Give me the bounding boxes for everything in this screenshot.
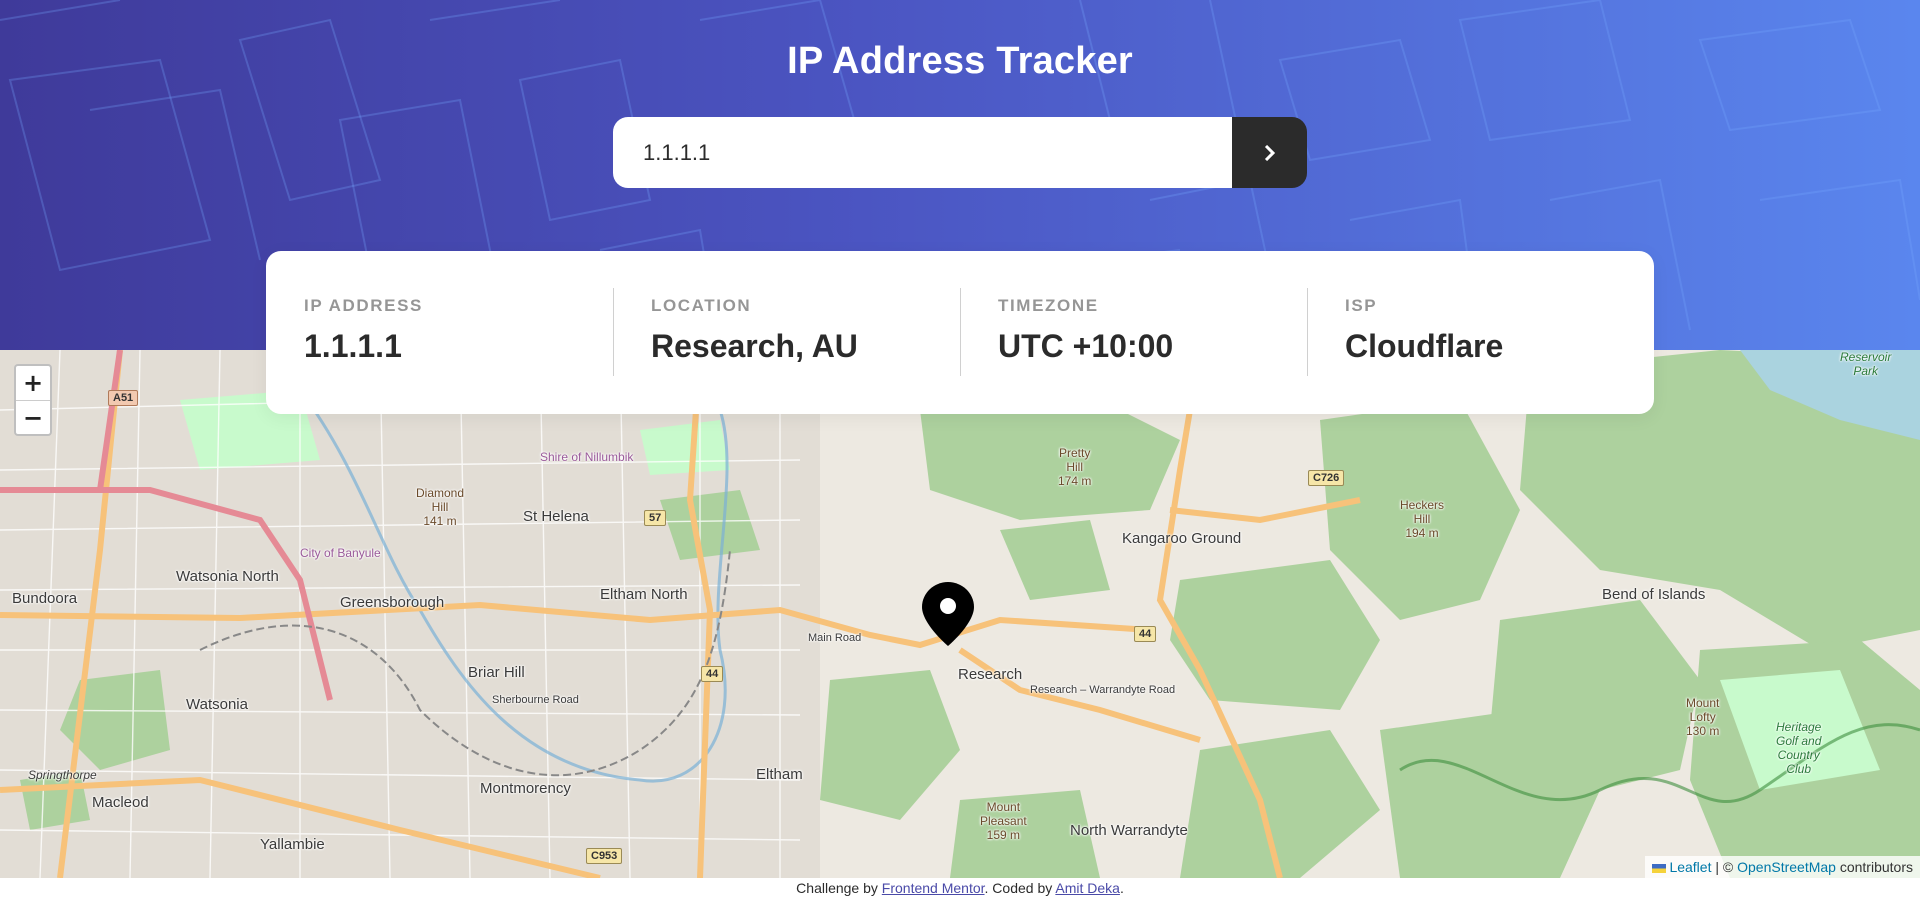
road-shield-c953: C953 [586,848,623,864]
footer-attribution: Challenge by Frontend Mentor. Coded by A… [0,878,1920,900]
map-label-yallambie: Yallambie [260,836,325,853]
road-shield-44-west: 44 [701,666,724,682]
map-label-shire-of-nillumbik: Shire of Nillumbik [540,450,634,464]
leaflet-link[interactable]: Leaflet [1669,859,1711,875]
map-label-kangaroo-ground: Kangaroo Ground [1122,530,1242,547]
isp-label: ISP [1345,296,1378,315]
map-label-pretty-hill: Pretty Hill 174 m [1058,446,1092,488]
map-label-watsonia: Watsonia [186,696,248,713]
map-label-research-warrandyte-road: Research – Warrandyte Road [1030,684,1176,696]
map-attribution: Leaflet | © OpenStreetMap contributors [1645,856,1920,878]
isp-section: ISP Cloudflare [1307,287,1654,414]
timezone-label: TIMEZONE [998,296,1099,315]
ip-search-form [613,117,1307,188]
map-label-diamond-hill: Diamond Hill 141 m [416,486,465,528]
footer-suffix: . [1119,880,1124,896]
map-label-eltham-north: Eltham North [600,586,688,603]
osm-link[interactable]: OpenStreetMap [1737,859,1836,875]
attribution-separator: | © [1711,859,1738,875]
road-shield-a51: A51 [108,390,139,406]
chevron-right-icon [1264,144,1275,161]
location-value: Research, AU [651,328,858,364]
isp-value: Cloudflare [1345,328,1504,364]
road-shield-44-east: 44 [1134,626,1157,642]
ip-address-section: IP ADDRESS 1.1.1.1 [266,287,613,414]
map-label-eltham: Eltham [756,766,803,783]
map-label-macleod: Macleod [92,794,149,811]
map-label-city-of-banyule: City of Banyule [300,546,381,560]
ip-address-label: IP ADDRESS [304,296,423,315]
timezone-value: UTC +10:00 [998,328,1174,364]
map-label-reservoir-park: Reservoir Park [1840,350,1892,378]
map-label-springthorpe: Springthorpe [28,768,97,782]
zoom-control: + − [14,364,52,436]
map-label-watsonia-north: Watsonia North [176,568,279,585]
map-label-briar-hill: Briar Hill [468,664,525,681]
location-pin-icon[interactable] [920,580,976,648]
road-shield-c726: C726 [1308,470,1345,486]
search-submit-button[interactable] [1232,117,1307,188]
map-label-greensborough: Greensborough [340,594,445,611]
ip-info-card: IP ADDRESS 1.1.1.1 LOCATION Research, AU… [266,251,1654,414]
frontend-mentor-link[interactable]: Frontend Mentor [882,880,985,896]
map-label-mount-lofty: Mount Lofty 130 m [1686,696,1720,738]
footer-middle: . Coded by [984,880,1056,896]
map-label-north-warrandyte: North Warrandyte [1070,822,1188,839]
attribution-contributors: contributors [1835,859,1913,875]
map[interactable]: Bundoora Watsonia North Greensborough St… [0,350,1920,878]
map-label-main-road: Main Road [808,632,862,644]
zoom-in-button[interactable]: + [16,366,50,400]
ukraine-flag-icon [1652,863,1667,873]
location-label: LOCATION [651,296,752,315]
zoom-out-button[interactable]: − [16,400,50,434]
map-label-mount-pleasant: Mount Pleasant 159 m [980,800,1027,842]
map-label-montmorency: Montmorency [480,780,571,797]
map-label-bundoora: Bundoora [12,590,78,607]
map-label-heckers-hill: Heckers Hill 194 m [1400,498,1445,540]
timezone-section: TIMEZONE UTC +10:00 [960,287,1307,414]
road-shield-57: 57 [644,510,667,526]
map-label-st-helena: St Helena [523,508,589,525]
ip-search-input[interactable] [613,117,1232,188]
author-link[interactable]: Amit Deka [1055,880,1120,896]
ip-address-value: 1.1.1.1 [304,328,402,364]
map-label-research: Research [958,666,1023,683]
map-label-heritage-golf: Heritage Golf and Country Club [1776,720,1822,776]
footer-prefix: Challenge by [796,880,882,896]
location-section: LOCATION Research, AU [613,287,960,414]
map-label-bend-of-islands: Bend of Islands [1602,586,1706,603]
map-label-sherbourne-road: Sherbourne Road [492,694,579,706]
page-title: IP Address Tracker [787,40,1133,82]
